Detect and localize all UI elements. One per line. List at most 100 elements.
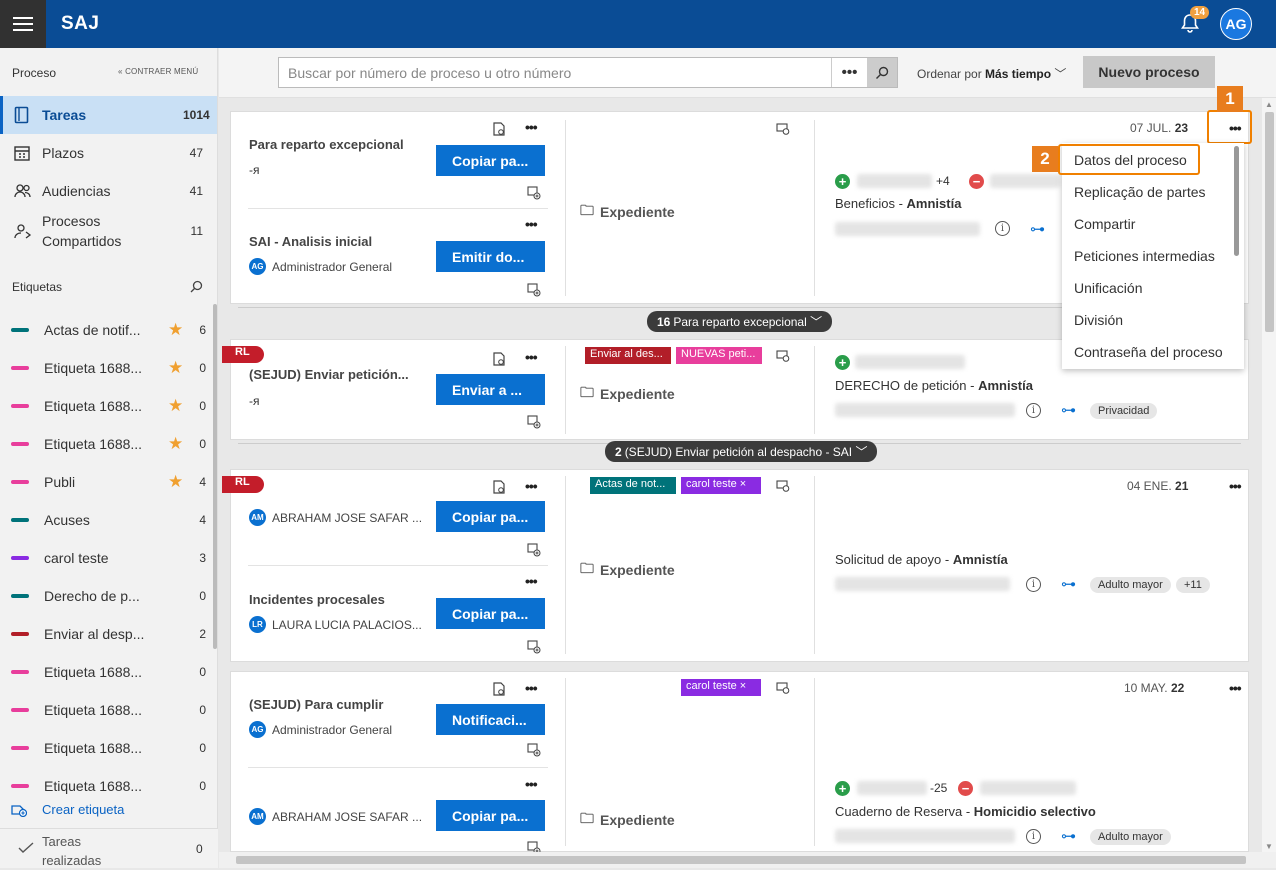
add-task-icon[interactable]	[527, 415, 541, 429]
star-icon[interactable]: ★	[168, 320, 192, 340]
sidebar-tag-item[interactable]: carol teste 3	[11, 539, 206, 577]
menu-item-peticiones-intermedias[interactable]: Peticiones intermedias	[1074, 248, 1215, 264]
tag-chip[interactable]: carol teste ×	[681, 477, 761, 494]
info-icon[interactable]: i	[995, 221, 1010, 236]
sidebar-item-plazos[interactable]: Plazos 47	[0, 134, 217, 172]
task-more-button[interactable]: •••	[525, 680, 538, 696]
sidebar-item-tareas[interactable]: Tareas 1014	[0, 96, 217, 134]
collapse-menu-button[interactable]: « CONTRAER MENÚ	[118, 67, 198, 76]
task-more-button[interactable]: •••	[525, 573, 538, 589]
scroll-up-icon[interactable]: ▲	[1265, 100, 1273, 109]
task-action-button[interactable]: Copiar pa...	[436, 501, 545, 532]
task-action-button[interactable]: Copiar pa...	[436, 145, 545, 176]
hierarchy-icon[interactable]: ⊶	[1061, 827, 1076, 845]
expediente-link[interactable]: 🗀 Expediente	[580, 808, 675, 832]
group-toggle[interactable]: 2 (SEJUD) Enviar petición al despacho - S…	[605, 441, 878, 462]
star-icon[interactable]: ★	[168, 358, 192, 378]
star-icon[interactable]: ★	[168, 434, 192, 454]
process-more-button[interactable]: •••	[1229, 478, 1242, 494]
tag-chip[interactable]: Actas de not...	[590, 477, 676, 494]
star-icon[interactable]: ★	[168, 396, 192, 416]
menu-scrollbar[interactable]	[1234, 146, 1239, 256]
sidebar-tag-item[interactable]: Etiqueta 1688... 0	[11, 729, 206, 767]
tag-chip[interactable]: Enviar al des...	[585, 347, 671, 364]
tag-chip[interactable]: carol teste ×	[681, 679, 761, 696]
sidebar-tag-item[interactable]: Actas de notif... ★ 6	[11, 311, 206, 349]
remove-part-icon[interactable]: −	[958, 781, 973, 796]
search-input[interactable]: Buscar por número de proceso u otro núme…	[279, 65, 831, 81]
main-vertical-scroll-thumb[interactable]	[1265, 112, 1274, 332]
sidebar-tag-item[interactable]: Derecho de p... 0	[11, 577, 206, 615]
hierarchy-icon[interactable]: ⊶	[1061, 575, 1076, 593]
tasks-done-item[interactable]: Tareas realizadas 0	[0, 828, 218, 868]
add-task-icon[interactable]	[527, 743, 541, 757]
sidebar-tag-item[interactable]: Publi ★ 4	[11, 463, 206, 501]
info-icon[interactable]: i	[1026, 403, 1041, 418]
add-part-icon[interactable]: +	[835, 355, 850, 370]
sidebar-scrollbar[interactable]	[213, 304, 217, 649]
expediente-link[interactable]: 🗀 Expediente	[580, 382, 675, 406]
document-icon[interactable]	[492, 122, 506, 136]
new-process-button[interactable]: Nuevo proceso	[1083, 56, 1215, 88]
scroll-down-icon[interactable]: ▼	[1265, 842, 1273, 851]
add-part-icon[interactable]: +	[835, 781, 850, 796]
star-icon[interactable]: ★	[168, 472, 192, 492]
task-more-button[interactable]: •••	[525, 216, 538, 232]
remove-part-icon[interactable]: −	[969, 174, 984, 189]
document-icon[interactable]	[492, 352, 506, 366]
preview-icon[interactable]	[776, 681, 790, 695]
add-task-icon[interactable]	[527, 283, 541, 297]
sidebar-tag-item[interactable]: Etiqueta 1688... 0	[11, 653, 206, 691]
assign-user-icon[interactable]: -ᴙ	[249, 394, 260, 408]
task-action-button[interactable]: Emitir do...	[436, 241, 545, 272]
task-more-button[interactable]: •••	[525, 776, 538, 792]
search-options-button[interactable]: •••	[831, 58, 867, 87]
assign-user-icon[interactable]: -ᴙ	[249, 163, 260, 177]
sort-dropdown[interactable]: Ordenar por Más tiempo ﹀	[917, 65, 1066, 82]
group-toggle[interactable]: 16 Para reparto excepcional ﹀	[647, 311, 833, 332]
task-more-button[interactable]: •••	[525, 349, 538, 365]
add-part-icon[interactable]: +	[835, 174, 850, 189]
sidebar-item-audiencias[interactable]: Audiencias 41	[0, 172, 217, 210]
task-action-button[interactable]: Enviar a ...	[436, 374, 545, 405]
menu-item-unificacion[interactable]: Unificación	[1074, 280, 1142, 296]
menu-item-replicacao-partes[interactable]: Replicação de partes	[1074, 184, 1206, 200]
hamburger-menu-icon[interactable]	[0, 0, 46, 48]
more-parts-count[interactable]: +4	[936, 174, 950, 188]
search-tags-icon[interactable]	[190, 280, 203, 293]
task-more-button[interactable]: •••	[525, 119, 538, 135]
expediente-link[interactable]: 🗀 Expediente	[580, 558, 675, 582]
sidebar-tag-item[interactable]: Enviar al desp... 2	[11, 615, 206, 653]
process-more-button[interactable]: •••	[1229, 680, 1242, 696]
task-action-button[interactable]: Notificaci...	[436, 704, 545, 735]
sidebar-item-procesos-compartidos[interactable]: Procesos Compartidos 11	[0, 210, 217, 252]
info-icon[interactable]: i	[1026, 829, 1041, 844]
preview-icon[interactable]	[776, 122, 790, 136]
document-icon[interactable]	[492, 480, 506, 494]
sidebar-tag-item[interactable]: Etiqueta 1688... 0	[11, 691, 206, 729]
user-avatar[interactable]: AG	[1220, 8, 1252, 40]
hierarchy-icon[interactable]: ⊶	[1030, 220, 1045, 238]
sidebar-tag-item[interactable]: Etiqueta 1688... ★ 0	[11, 349, 206, 387]
sidebar-tag-item[interactable]: Acuses 4	[11, 501, 206, 539]
task-action-button[interactable]: Copiar pa...	[436, 800, 545, 831]
add-task-icon[interactable]	[527, 640, 541, 654]
expediente-link[interactable]: 🗀 Expediente	[580, 200, 675, 224]
sidebar-tag-item[interactable]: Etiqueta 1688... ★ 0	[11, 387, 206, 425]
main-horizontal-scroll-thumb[interactable]	[236, 856, 1246, 864]
sidebar-tag-item[interactable]: Etiqueta 1688... 0	[11, 767, 206, 805]
search-button[interactable]	[867, 58, 897, 87]
sidebar-tag-item[interactable]: Etiqueta 1688... ★ 0	[11, 425, 206, 463]
task-more-button[interactable]: •••	[525, 478, 538, 494]
more-labels-pill[interactable]: +11	[1176, 577, 1210, 593]
hierarchy-icon[interactable]: ⊶	[1061, 401, 1076, 419]
info-icon[interactable]: i	[1026, 577, 1041, 592]
menu-item-compartir[interactable]: Compartir	[1074, 216, 1135, 232]
menu-item-division[interactable]: División	[1074, 312, 1123, 328]
document-icon[interactable]	[492, 682, 506, 696]
preview-icon[interactable]	[776, 349, 790, 363]
menu-item-contrasena[interactable]: Contraseña del proceso	[1074, 344, 1223, 360]
add-task-icon[interactable]	[527, 543, 541, 557]
task-action-button[interactable]: Copiar pa...	[436, 598, 545, 629]
tag-chip[interactable]: NUEVAS peti...	[676, 347, 762, 364]
